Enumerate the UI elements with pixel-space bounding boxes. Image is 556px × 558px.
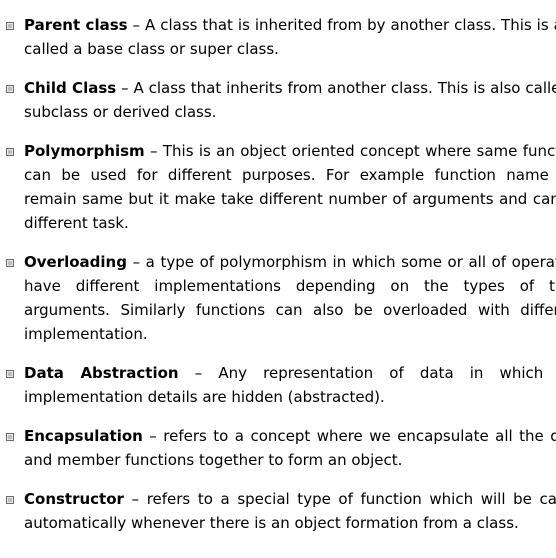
term-separator: – (144, 142, 163, 160)
list-item-data-abstraction: Data Abstraction – Any representation of… (6, 361, 556, 409)
square-bullet-icon (6, 85, 14, 93)
list-item-constructor: Constructor – refers to a special type o… (6, 487, 556, 535)
square-bullet-icon (6, 259, 14, 267)
document-page: Parent class – A class that is inherited… (0, 0, 556, 558)
term-separator: – (116, 79, 134, 97)
square-bullet-icon (6, 22, 14, 30)
term-separator: – (178, 364, 219, 382)
term-separator: – (126, 253, 146, 271)
square-bullet-icon (6, 433, 14, 441)
square-bullet-icon (6, 370, 14, 378)
term-name: Child Class (24, 79, 117, 97)
term-name: Data Abstraction (24, 364, 179, 382)
square-bullet-icon (6, 148, 14, 156)
term-name: Constructor (24, 490, 124, 508)
term-separator: – (123, 490, 147, 508)
list-item-encapsulation: Encapsulation – refers to a concept wher… (6, 424, 556, 472)
list-item-polymorphism: Polymorphism – This is an object oriente… (6, 139, 556, 235)
list-item-parent-class: Parent class – A class that is inherited… (6, 13, 556, 61)
term-name: Polymorphism (24, 142, 145, 160)
list-item-child-class: Child Class – A class that inherits from… (6, 76, 556, 124)
term-name: Encapsulation (24, 427, 143, 445)
list-item-overloading: Overloading – a type of polymorphism in … (6, 250, 556, 346)
term-separator: – (127, 16, 146, 34)
term-separator: – (142, 427, 164, 445)
term-name: Parent class (24, 16, 128, 34)
square-bullet-icon (6, 496, 14, 504)
term-name: Overloading (24, 253, 127, 271)
